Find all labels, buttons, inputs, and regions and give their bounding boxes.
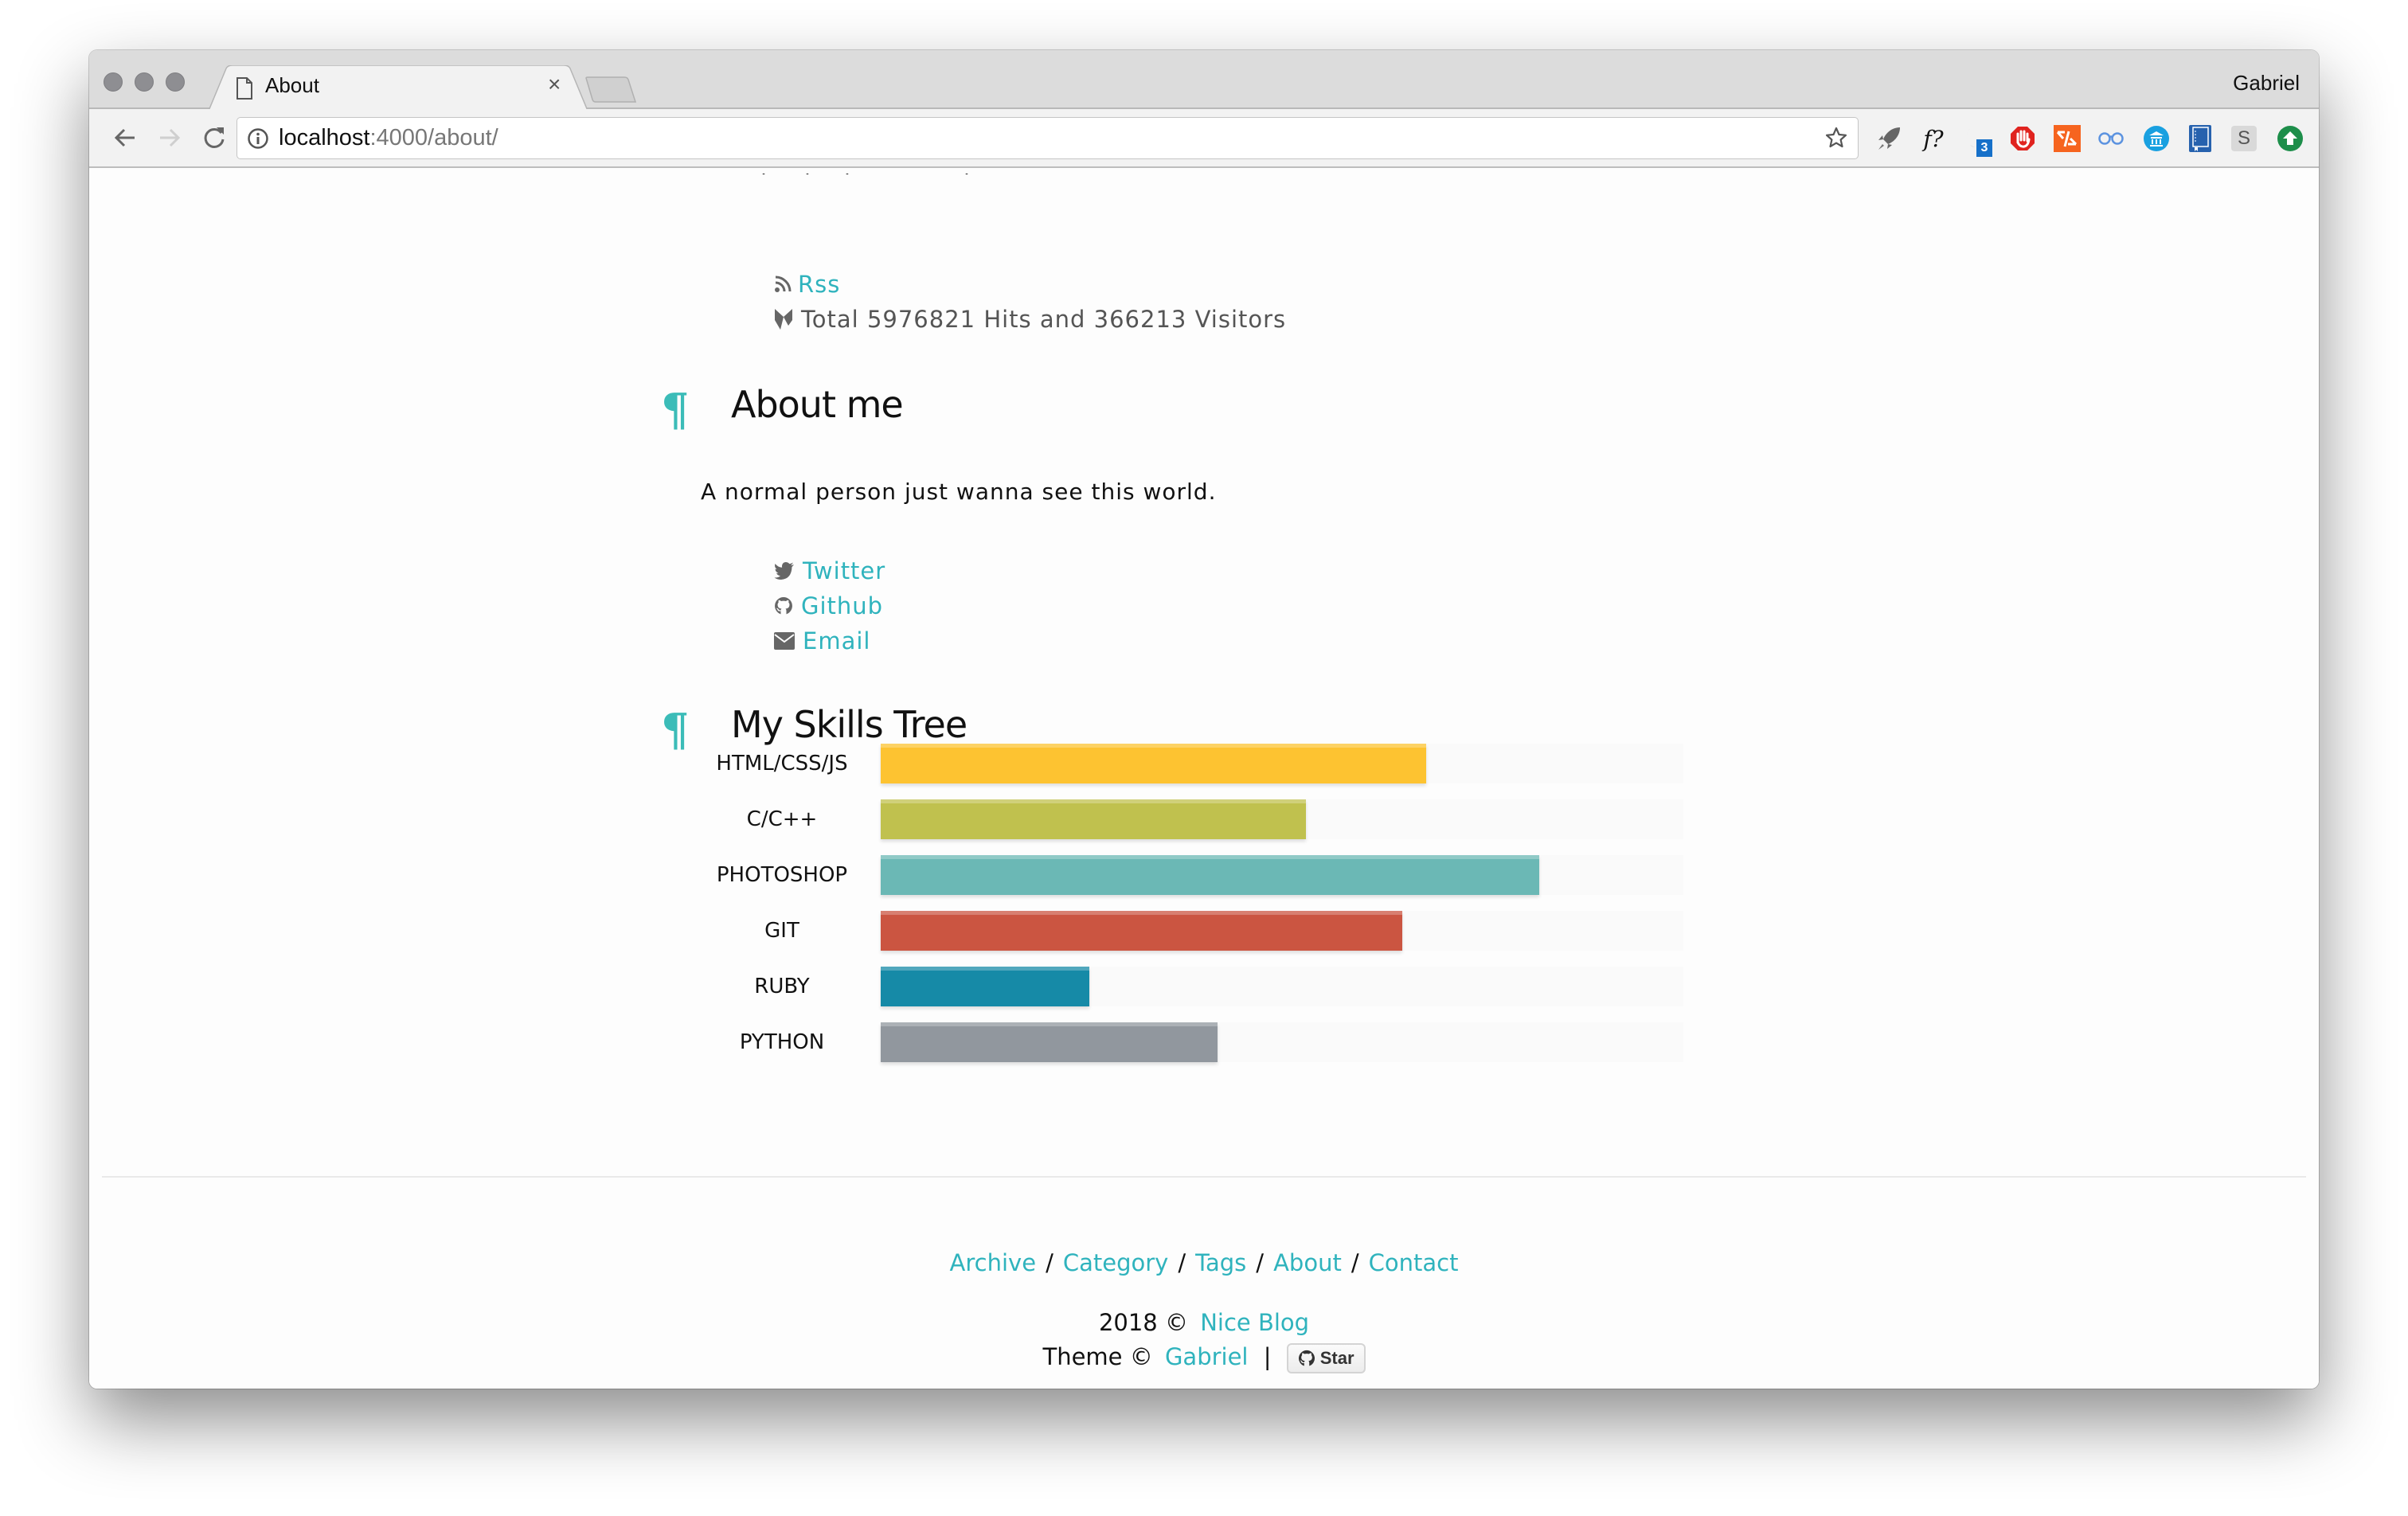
extension-badge: 3	[1976, 139, 1992, 157]
github-icon	[775, 597, 792, 615]
about-heading: About me	[731, 383, 904, 426]
footer-nav-separator: /	[1256, 1249, 1265, 1276]
bookmark-star-icon[interactable]	[1824, 126, 1848, 150]
skill-track	[881, 911, 1683, 951]
github-icon	[1298, 1350, 1315, 1366]
footer-nav: Archive / Category / Tags / About / Contact	[89, 1249, 2319, 1276]
forward-icon[interactable]	[155, 123, 184, 152]
footer-nav-about[interactable]: About	[1273, 1249, 1342, 1276]
skill-label: PYTHON	[739, 1030, 825, 1054]
page-icon	[236, 77, 252, 100]
skill-label: PHOTOSHOP	[716, 863, 848, 887]
book-extension-icon[interactable]	[2185, 123, 2215, 154]
url-text[interactable]: localhost:4000/about/	[279, 125, 498, 151]
page-content: Rss Total 5976821 Hits and 366213 Visito…	[89, 168, 2319, 1389]
info-icon[interactable]	[247, 127, 269, 150]
upload-extension-icon[interactable]	[2275, 123, 2305, 154]
social-item-twitter: Twitter	[774, 555, 885, 587]
email-link[interactable]: Email	[803, 627, 870, 654]
rocket-extension-icon[interactable]	[1874, 123, 1905, 154]
email-icon	[774, 632, 795, 650]
profile-name[interactable]: Gabriel	[2233, 71, 2300, 96]
skill-label: HTML/CSS/JS	[716, 752, 848, 776]
formula-extension-icon[interactable]: f?	[1918, 123, 1949, 154]
twitter-icon	[774, 562, 794, 580]
code-extension-icon[interactable]	[2052, 123, 2082, 154]
skill-bar	[881, 911, 1402, 951]
minimize-window-button[interactable]	[135, 72, 154, 92]
copyright-prefix: 2018 ©	[1098, 1309, 1188, 1336]
reload-icon[interactable]	[200, 123, 229, 152]
rss-link-row: Rss	[774, 268, 840, 300]
skill-track	[881, 855, 1683, 895]
stats-text: Total 5976821 Hits and 366213 Visitors	[801, 306, 1287, 333]
skill-bar	[881, 967, 1089, 1006]
skill-bar	[881, 744, 1426, 783]
browser-window: About × Gabriel localhost:4000/about/ f?…	[89, 50, 2319, 1389]
site-name-link[interactable]: Nice Blog	[1200, 1309, 1309, 1336]
rss-icon	[775, 275, 792, 292]
url-path: :4000/about/	[369, 125, 498, 150]
social-item-github: Github	[774, 590, 883, 622]
close-window-button[interactable]	[104, 72, 123, 92]
footer-nav-category[interactable]: Category	[1063, 1249, 1168, 1276]
github-star-button[interactable]: Star	[1286, 1343, 1366, 1373]
skills-heading: My Skills Tree	[731, 703, 968, 746]
moon-extension-icon[interactable]: 3	[1962, 123, 1992, 157]
star-label: Star	[1319, 1348, 1354, 1368]
stats-icon	[775, 309, 792, 330]
browser-toolbar: localhost:4000/about/ f? 3 S	[89, 109, 2319, 168]
footer-divider	[102, 1176, 2306, 1178]
skill-bar	[881, 1022, 1218, 1062]
url-host: localhost	[279, 125, 370, 150]
tab-title: About	[265, 73, 319, 97]
back-icon[interactable]	[111, 123, 139, 152]
skill-track	[881, 799, 1683, 839]
skill-label: C/C++	[746, 807, 818, 831]
footer-pipe: |	[1263, 1343, 1272, 1370]
new-tab-button[interactable]	[584, 76, 637, 104]
skill-track	[881, 744, 1683, 783]
footer-copyright: 2018 © Nice Blog	[89, 1309, 2319, 1336]
skill-bar	[881, 855, 1539, 895]
maximize-window-button[interactable]	[166, 72, 185, 92]
skill-track	[881, 1022, 1683, 1062]
tab-about[interactable]: About ×	[209, 65, 588, 111]
social-item-email: Email	[774, 625, 870, 657]
theme-prefix: Theme ©	[1042, 1343, 1153, 1370]
footer-nav-contact[interactable]: Contact	[1369, 1249, 1459, 1276]
footer-nav-separator: /	[1351, 1249, 1359, 1276]
clipped-text-fragment	[760, 168, 1022, 174]
adblock-extension-icon[interactable]	[2007, 123, 2038, 154]
skills-anchor-icon[interactable]: ¶	[661, 708, 690, 752]
tab-strip: About × Gabriel	[89, 50, 2319, 111]
address-bar[interactable]: localhost:4000/about/	[236, 117, 1859, 159]
bank-extension-icon[interactable]	[2141, 123, 2172, 154]
skill-bar	[881, 799, 1306, 839]
footer-theme: Theme © Gabriel | Star	[89, 1343, 2319, 1373]
about-bio: A normal person just wanna see this worl…	[701, 479, 1217, 505]
glasses-extension-icon[interactable]	[2096, 123, 2126, 154]
footer-nav-tags[interactable]: Tags	[1195, 1249, 1246, 1276]
footer-nav-separator: /	[1178, 1249, 1186, 1276]
about-anchor-icon[interactable]: ¶	[661, 388, 690, 432]
tab-close-icon[interactable]: ×	[548, 72, 561, 97]
github-link[interactable]: Github	[801, 592, 883, 619]
s-extension-icon[interactable]: S	[2229, 123, 2259, 154]
footer-nav-separator: /	[1046, 1249, 1054, 1276]
theme-author-link[interactable]: Gabriel	[1165, 1343, 1249, 1370]
twitter-link[interactable]: Twitter	[803, 557, 885, 584]
skill-label: GIT	[764, 919, 799, 943]
skill-label: RUBY	[754, 975, 810, 998]
skill-track	[881, 967, 1683, 1006]
footer-nav-archive[interactable]: Archive	[950, 1249, 1037, 1276]
rss-link[interactable]: Rss	[798, 271, 840, 298]
site-stats: Total 5976821 Hits and 366213 Visitors	[774, 303, 1286, 335]
